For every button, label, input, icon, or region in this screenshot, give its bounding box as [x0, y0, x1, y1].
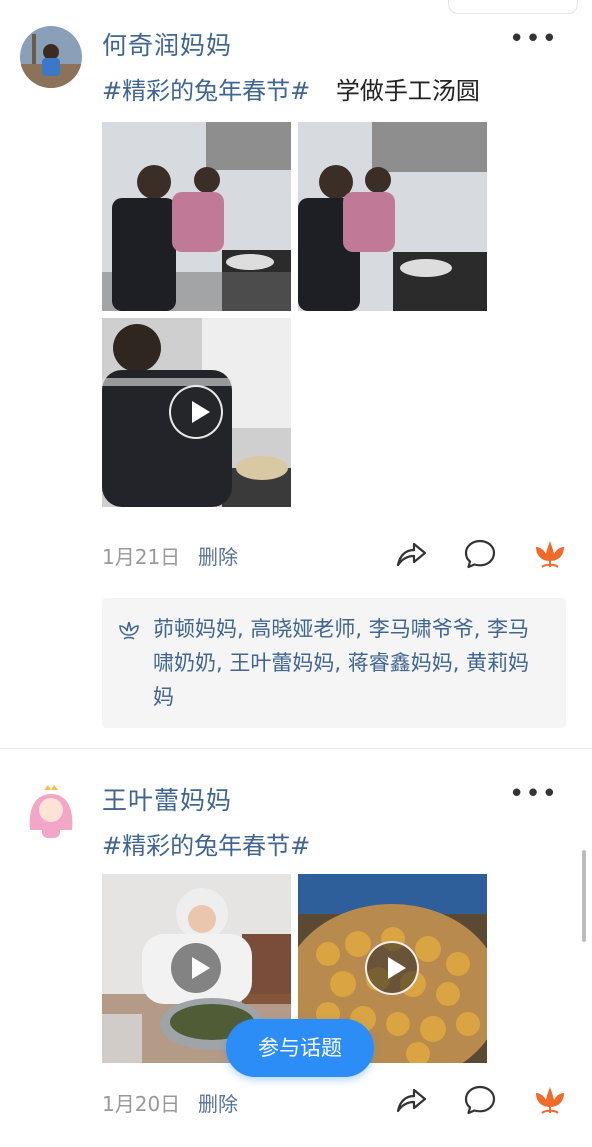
play-icon[interactable]	[169, 941, 223, 995]
likes-box: 茆顿妈妈, 高晓娅老师, 李马啸爷爷, 李马啸奶奶, 王叶蕾妈妈, 蒋睿鑫妈妈,…	[102, 598, 566, 728]
comment-icon[interactable]	[463, 537, 497, 571]
topic-tag[interactable]: #精彩的兔年春节#	[102, 77, 310, 105]
share-icon[interactable]	[394, 537, 428, 571]
avatar[interactable]	[20, 26, 82, 88]
delete-button[interactable]: 删除	[198, 541, 238, 570]
like-flower-icon[interactable]	[533, 1083, 567, 1117]
top-button-fragment	[448, 0, 578, 14]
media-video-1[interactable]	[102, 318, 291, 507]
delete-button[interactable]: 删除	[198, 1088, 238, 1117]
media-photo-1[interactable]	[102, 122, 291, 311]
author-name[interactable]: 王叶蕾妈妈	[102, 781, 232, 817]
join-topic-button[interactable]: 参与话题	[226, 1019, 374, 1077]
play-icon[interactable]	[169, 385, 223, 439]
scrollbar[interactable]	[582, 850, 586, 942]
post-text: #精彩的兔年春节# 学做手工汤圆	[102, 71, 480, 106]
author-name[interactable]: 何奇润妈妈	[102, 26, 232, 62]
post-date: 1月21日	[102, 545, 181, 569]
like-flower-icon[interactable]	[533, 537, 567, 571]
more-dots-icon[interactable]: •••	[509, 26, 558, 52]
more-dots-icon[interactable]: •••	[509, 781, 558, 807]
likes-list[interactable]: 茆顿妈妈, 高晓娅老师, 李马啸爷爷, 李马啸奶奶, 王叶蕾妈妈, 蒋睿鑫妈妈,…	[118, 612, 550, 714]
comment-icon[interactable]	[463, 1083, 497, 1117]
play-icon[interactable]	[365, 941, 419, 995]
post-date: 1月20日	[102, 1092, 181, 1116]
avatar[interactable]	[20, 780, 82, 842]
post-text: #精彩的兔年春节#	[102, 826, 310, 861]
topic-tag[interactable]: #精彩的兔年春节#	[102, 832, 310, 860]
post-divider	[0, 748, 592, 749]
share-icon[interactable]	[394, 1083, 428, 1117]
caption: 学做手工汤圆	[335, 77, 480, 105]
media-photo-2[interactable]	[298, 122, 487, 311]
like-flower-outline-icon	[119, 621, 139, 640]
